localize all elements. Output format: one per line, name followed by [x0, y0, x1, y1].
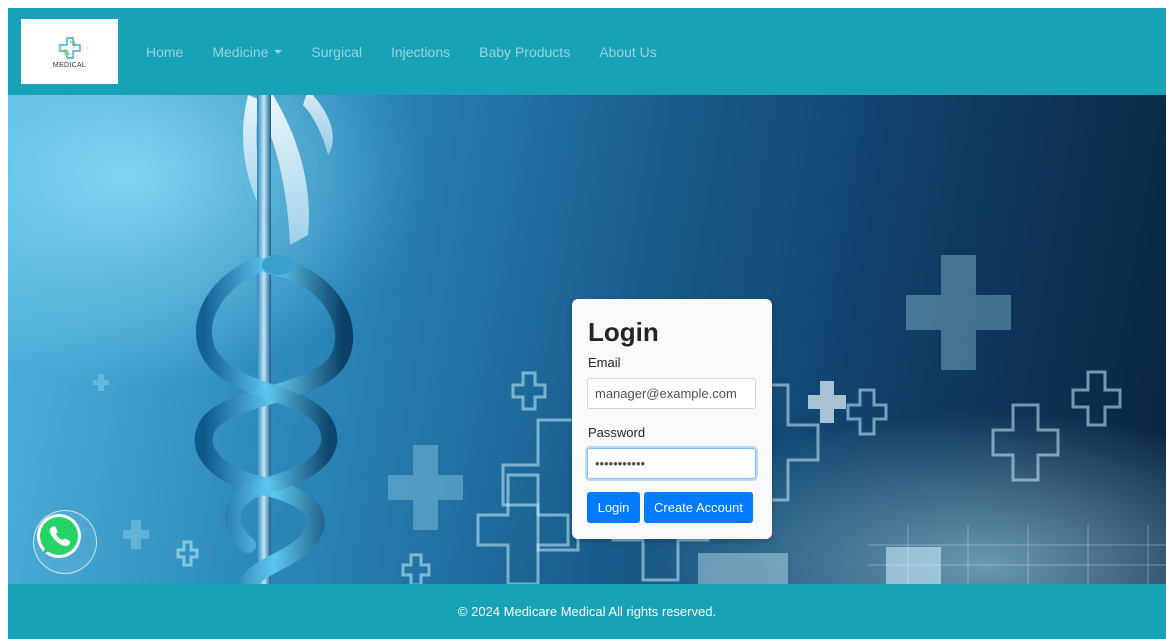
- password-label: Password: [588, 425, 646, 440]
- email-label: Email: [588, 355, 621, 370]
- create-account-button[interactable]: Create Account: [644, 492, 753, 523]
- footer-copyright: © 2024 Medicare Medical All rights reser…: [457, 604, 717, 619]
- nav-item-baby-products[interactable]: Baby Products: [479, 44, 570, 60]
- nav-item-label: Injections: [390, 43, 451, 60]
- nav-item-medicine-dropdown[interactable]: Medicine: [212, 43, 283, 60]
- brand-logo[interactable]: MEDICAL: [21, 19, 118, 84]
- whatsapp-icon: [37, 514, 81, 558]
- login-form: Login Email Password Login Create Accoun…: [572, 299, 772, 539]
- brand-name: MEDICAL: [52, 61, 87, 69]
- login-button[interactable]: Login: [587, 492, 640, 523]
- whatsapp-button[interactable]: [33, 510, 97, 574]
- nav-item-about-us[interactable]: About Us: [599, 44, 657, 60]
- chevron-down-icon: [274, 49, 283, 54]
- nav-item-injections[interactable]: Injections: [391, 44, 450, 60]
- login-title: Login: [588, 317, 659, 347]
- nav-item-label: Medicine: [212, 43, 269, 60]
- email-field[interactable]: [587, 378, 756, 409]
- nav-item-label: Baby Products: [479, 43, 571, 60]
- page: MEDICAL Home Medicine Surgical Injection…: [8, 8, 1166, 639]
- password-field[interactable]: [587, 448, 756, 479]
- nav-item-label: About Us: [599, 43, 657, 60]
- caduceus-illustration: [194, 95, 354, 584]
- footer: © 2024 Medicare Medical All rights reser…: [8, 584, 1166, 639]
- navbar: MEDICAL Home Medicine Surgical Injection…: [8, 8, 1166, 95]
- nav-item-surgical[interactable]: Surgical: [311, 44, 362, 60]
- medical-cross-icon: [58, 36, 81, 59]
- nav-item-label: Surgical: [311, 43, 362, 60]
- hero-background: Login Email Password Login Create Accoun…: [8, 95, 1166, 584]
- nav-item-label: Home: [146, 43, 184, 60]
- nav-item-home[interactable]: Home: [146, 44, 183, 60]
- nav-links: Home Medicine Surgical Injections Baby P…: [146, 8, 686, 95]
